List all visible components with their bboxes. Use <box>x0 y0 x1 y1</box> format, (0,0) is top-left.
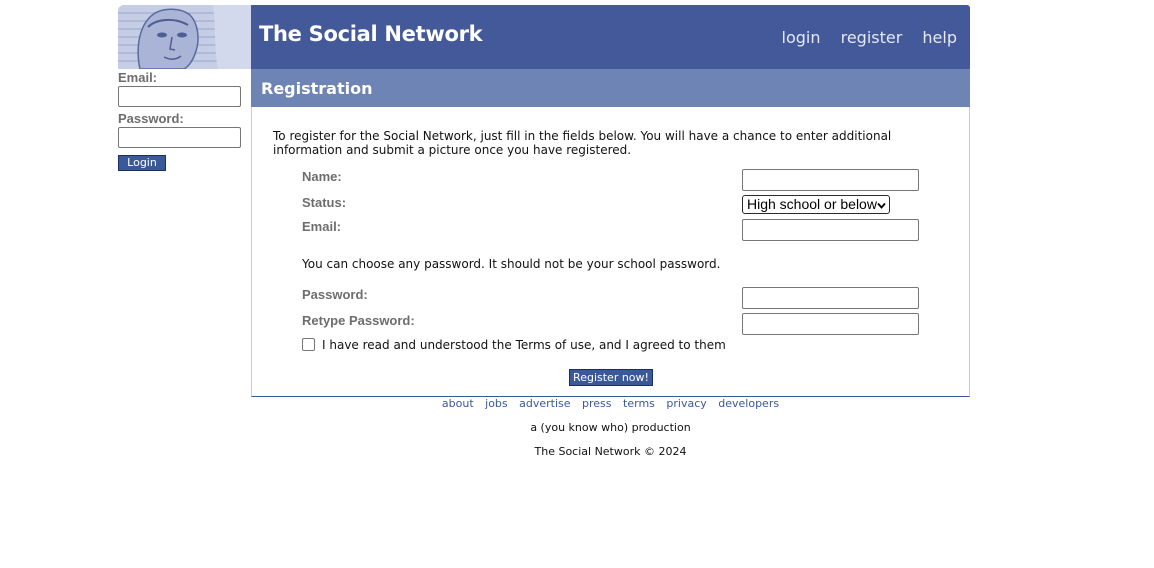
footer-link-press[interactable]: press <box>582 397 612 410</box>
status-selected-value: High school or below <box>747 196 877 212</box>
site-title[interactable]: The Social Network <box>259 22 483 46</box>
top-nav: login register help <box>767 28 957 47</box>
password-field[interactable] <box>742 287 919 309</box>
top-header: The Social Network login register help <box>251 5 970 69</box>
registration-form: To register for the Social Network, just… <box>251 107 970 397</box>
face-logo-icon <box>118 5 251 69</box>
footer-link-privacy[interactable]: privacy <box>666 397 706 410</box>
login-button[interactable]: Login <box>118 155 166 171</box>
nav-register-link[interactable]: register <box>841 28 903 47</box>
page-title-bar: Registration <box>251 69 970 107</box>
email-label: Email: <box>302 219 342 234</box>
footer-link-about[interactable]: about <box>442 397 474 410</box>
terms-text: I have read and understood the Terms of … <box>322 338 726 352</box>
chevron-down-icon <box>877 202 886 209</box>
terms-row: I have read and understood the Terms of … <box>302 338 726 352</box>
page-title: Registration <box>261 79 373 98</box>
email-field[interactable] <box>742 219 919 241</box>
footer-links: about jobs advertise press terms privacy… <box>251 397 970 411</box>
site-logo[interactable] <box>118 5 251 69</box>
status-select[interactable]: High school or below <box>742 195 890 214</box>
retype-password-field[interactable] <box>742 313 919 335</box>
footer-link-advertise[interactable]: advertise <box>519 397 570 410</box>
name-field[interactable] <box>742 169 919 191</box>
sidebar-password-input[interactable] <box>118 127 241 148</box>
name-label: Name: <box>302 169 342 184</box>
nav-help-link[interactable]: help <box>922 28 957 47</box>
footer-link-terms[interactable]: terms <box>623 397 655 410</box>
sidebar-login-form: Email: Password: Login <box>118 70 251 171</box>
sidebar-password-label: Password: <box>118 111 184 126</box>
footer-link-developers[interactable]: developers <box>718 397 779 410</box>
footer-copyright: The Social Network © 2024 <box>534 445 687 458</box>
footer-tagline: a (you know who) production <box>530 421 691 434</box>
nav-login-link[interactable]: login <box>782 28 821 47</box>
sidebar-email-input[interactable] <box>118 86 241 107</box>
intro-text: To register for the Social Network, just… <box>273 129 892 157</box>
retype-password-label: Retype Password: <box>302 313 415 328</box>
password-note: You can choose any password. It should n… <box>302 257 721 271</box>
footer-link-jobs[interactable]: jobs <box>485 397 508 410</box>
register-button[interactable]: Register now! <box>569 369 653 386</box>
status-label: Status: <box>302 195 347 210</box>
sidebar-email-label: Email: <box>118 70 158 85</box>
password-label: Password: <box>302 287 368 302</box>
terms-checkbox[interactable] <box>302 338 315 351</box>
